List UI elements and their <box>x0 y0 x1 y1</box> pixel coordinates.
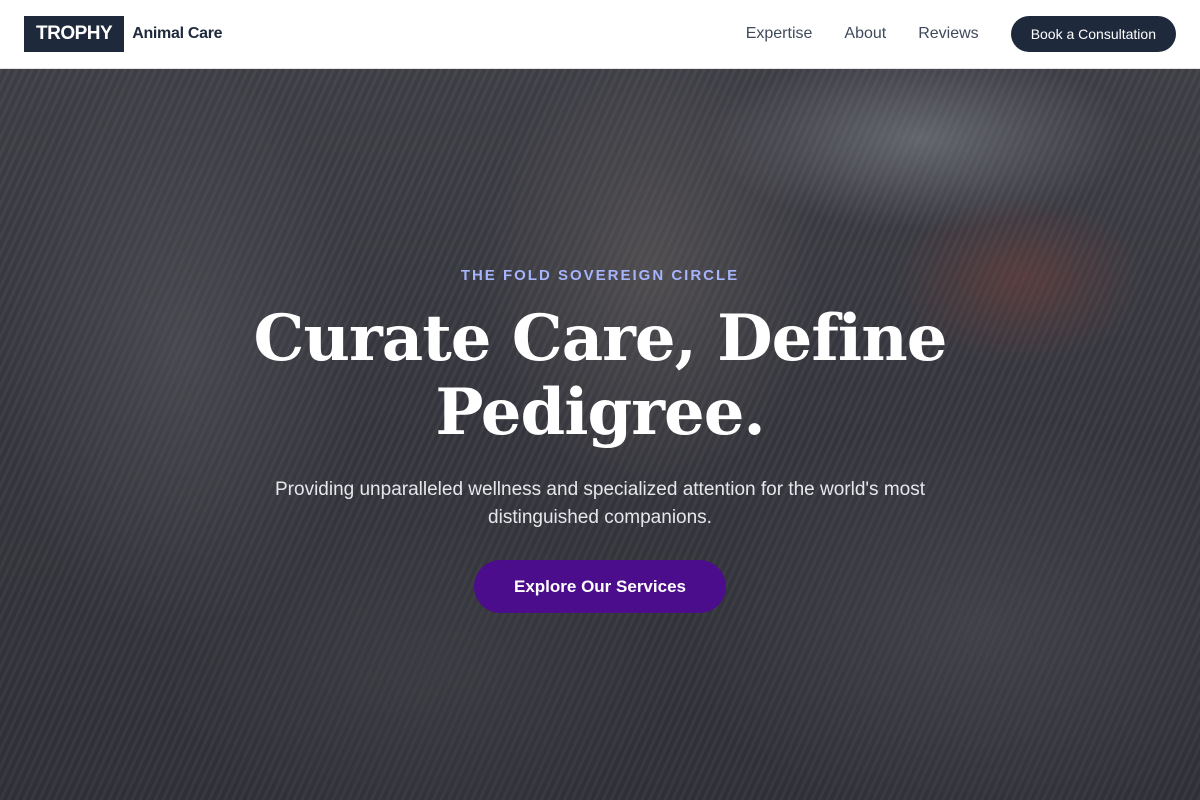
book-consultation-button[interactable]: Book a Consultation <box>1010 16 1176 52</box>
logo-text: Animal Care <box>132 25 223 42</box>
hero-subtext: Providing unparalleled wellness and spec… <box>275 479 925 528</box>
logo-badge: TROPHY <box>24 16 125 52</box>
hero-section: THE FOLD SOVEREIGN CIRCLE Curate Care, D… <box>0 69 1200 800</box>
nav-link-about[interactable]: About <box>844 25 886 43</box>
logo-link[interactable]: TROPHY Animal Care <box>24 16 223 52</box>
nav-link-reviews[interactable]: Reviews <box>918 25 978 43</box>
hero-headline: Curate Care, Define Pedigree. <box>253 301 948 450</box>
hero-content: THE FOLD SOVEREIGN CIRCLE Curate Care, D… <box>0 69 1200 800</box>
nav-link-expertise[interactable]: Expertise <box>746 25 813 43</box>
site-header: TROPHY Animal Care Expertise About Revie… <box>0 0 1200 69</box>
explore-services-button[interactable]: Explore Our Services <box>474 560 726 613</box>
main-nav: Expertise About Reviews <box>746 25 979 43</box>
hero-eyebrow: THE FOLD SOVEREIGN CIRCLE <box>460 267 740 284</box>
